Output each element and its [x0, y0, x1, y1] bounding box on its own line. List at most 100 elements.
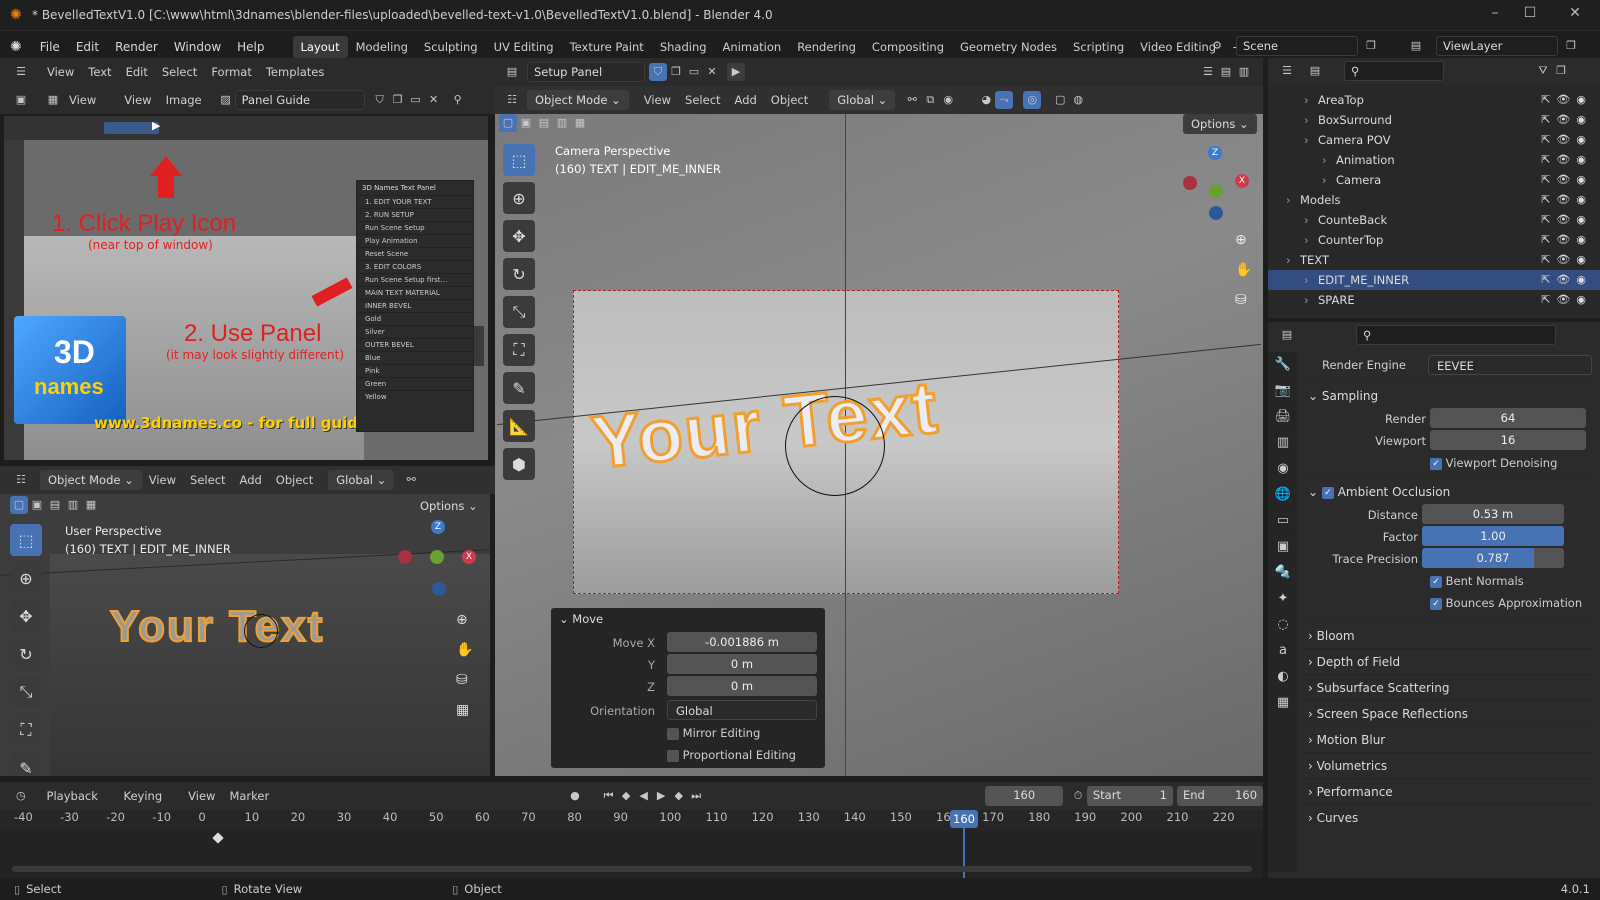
tab-scripting[interactable]: Scripting	[1065, 36, 1132, 58]
small-mode-dropdown[interactable]: Object Mode ⌄	[40, 470, 142, 490]
zoom-icon[interactable]: ⊕	[1235, 232, 1247, 248]
properties-search-input[interactable]: ⚲	[1356, 325, 1556, 345]
camera-view-icon[interactable]: ⛁	[456, 672, 468, 688]
image-menu-view2[interactable]: View	[117, 89, 158, 111]
timeline-menu-marker[interactable]: Marker	[222, 785, 276, 807]
view-layer-field[interactable]: ViewLayer	[1436, 36, 1558, 56]
unlink-icon[interactable]: ✕	[425, 91, 443, 109]
unlink-icon[interactable]: ✕	[703, 63, 721, 81]
collection-tab-icon[interactable]: ▭	[1268, 508, 1298, 534]
particles-tab-icon[interactable]: ✦	[1268, 586, 1298, 612]
world-tab-icon[interactable]: 🌐	[1268, 482, 1298, 508]
expand-arrow-icon[interactable]: ›	[1304, 110, 1309, 130]
select-subtract-icon[interactable]: ▤	[535, 114, 553, 132]
select-extend-icon[interactable]: ▣	[517, 114, 535, 132]
axis-z-icon[interactable]: Z	[431, 520, 445, 534]
data-tab-icon[interactable]: a	[1268, 638, 1298, 664]
play-reverse-icon[interactable]: ◀	[635, 787, 653, 805]
snap-icon[interactable]: ⧉	[921, 91, 939, 109]
text-menu-text[interactable]: Text	[81, 61, 118, 83]
new-collection-icon[interactable]: ❐	[1552, 62, 1570, 80]
measure-tool-icon[interactable]: 📐	[503, 410, 535, 442]
small-menu-view[interactable]: View	[142, 469, 183, 491]
menu-help[interactable]: Help	[229, 36, 272, 58]
prev-key-icon[interactable]: ◆	[617, 787, 635, 805]
small-viewport[interactable]: ▢ ▣ ▤ ▥ ▦ Options ⌄ User Perspective (16…	[0, 494, 490, 776]
visibility-toggles-icon[interactable]: ⇱👁◉	[1541, 210, 1592, 230]
minimize-icon[interactable]: –	[1480, 5, 1510, 25]
render-engine-dropdown[interactable]: EEVEE	[1428, 355, 1592, 375]
blender-menu-icon[interactable]: ✺	[10, 39, 22, 55]
select-new-icon[interactable]: ▢	[10, 496, 28, 514]
scene-tab-icon[interactable]: ◉	[1268, 456, 1298, 482]
move-orientation-dropdown[interactable]: Global	[667, 700, 817, 720]
pivot-icon[interactable]: ⚯	[903, 91, 921, 109]
mirror-editing-checkbox[interactable]	[667, 727, 679, 740]
move-panel-header[interactable]: ⌄ Move	[551, 608, 825, 630]
tab-uv-editing[interactable]: UV Editing	[486, 36, 562, 58]
keyframe-marker[interactable]	[212, 832, 224, 844]
open-folder-icon[interactable]: ▭	[407, 91, 425, 109]
viewport-denoising-checkbox[interactable]: ✓	[1430, 457, 1442, 470]
close-icon[interactable]: ✕	[1560, 5, 1590, 25]
expand-arrow-icon[interactable]: ›	[1286, 250, 1291, 270]
render-tab-icon[interactable]: 📷	[1268, 378, 1298, 404]
open-folder-icon[interactable]: ▭	[685, 63, 703, 81]
main-menu-add[interactable]: Add	[728, 89, 764, 111]
view-mode-icon[interactable]: ▦	[44, 91, 62, 109]
outliner-item[interactable]: › Camera POV ⇱👁◉	[1268, 130, 1600, 150]
visibility-toggles-icon[interactable]: ⇱👁◉	[1541, 290, 1592, 310]
editor-type-icon[interactable]: ▤	[1278, 326, 1296, 344]
duplicate-icon[interactable]: ❐	[667, 63, 685, 81]
image-name-field[interactable]: Panel Guide	[234, 90, 365, 110]
outliner-item[interactable]: › SPARE ⇱👁◉	[1268, 290, 1600, 310]
select-invert-icon[interactable]: ▥	[64, 496, 82, 514]
visibility-toggles-icon[interactable]: ⇱👁◉	[1541, 110, 1592, 130]
main-menu-object[interactable]: Object	[764, 89, 815, 111]
shield-icon[interactable]: ⛉	[649, 63, 667, 81]
move-z-field[interactable]: 0 m	[667, 676, 817, 696]
expand-arrow-icon[interactable]: ›	[1304, 230, 1309, 250]
select-box-tool-icon[interactable]: ⬚	[10, 524, 42, 556]
outliner-item[interactable]: › CounterTop ⇱👁◉	[1268, 230, 1600, 250]
cursor-tool-icon[interactable]: ⊕	[503, 182, 535, 214]
output-tab-icon[interactable]: 🖨	[1268, 404, 1298, 430]
stopwatch-icon[interactable]: ⏱	[1069, 787, 1087, 805]
visibility-toggles-icon[interactable]: ⇱👁◉	[1541, 230, 1592, 250]
visibility-toggles-icon[interactable]: ⇱👁◉	[1541, 90, 1592, 110]
image-menu-view[interactable]: View	[62, 89, 103, 111]
pin-icon[interactable]: ⚲	[449, 91, 467, 109]
expand-arrow-icon[interactable]: ›	[1286, 190, 1291, 210]
text-menu-view[interactable]: View	[40, 61, 81, 83]
expand-arrow-icon[interactable]: ›	[1304, 130, 1309, 150]
current-frame-field[interactable]: 160	[985, 786, 1064, 806]
text-menu-select[interactable]: Select	[155, 61, 204, 83]
play-icon[interactable]: ▶	[652, 787, 670, 805]
menu-render[interactable]: Render	[107, 36, 166, 58]
maximize-icon[interactable]: ☐	[1515, 5, 1545, 25]
editor-type-icon[interactable]: ☰	[1278, 62, 1296, 80]
visibility-toggles-icon[interactable]: ⇱👁◉	[1541, 130, 1592, 150]
axis-y-icon[interactable]	[1209, 184, 1223, 198]
outliner-item[interactable]: › CounteBack ⇱👁◉	[1268, 210, 1600, 230]
editor-type-icon[interactable]: ☷	[503, 91, 521, 109]
add-cube-tool-icon[interactable]: ⬢	[503, 448, 535, 480]
rotate-tool-icon[interactable]: ↻	[10, 638, 42, 670]
timeline-area[interactable]: -40 -30 -20 -10 0 10 20 30 40 50 60 70 80 90 100 110 120…	[0, 810, 1263, 878]
expand-arrow-icon[interactable]: ›	[1304, 290, 1309, 310]
move-tool-icon[interactable]: ✥	[503, 220, 535, 252]
main-mode-dropdown[interactable]: Object Mode ⌄	[527, 90, 629, 110]
ao-trace-precision-slider[interactable]: 0.787	[1422, 548, 1564, 568]
small-menu-add[interactable]: Add	[233, 469, 269, 491]
select-invert-icon[interactable]: ▥	[553, 114, 571, 132]
transform-tool-icon[interactable]: ⛶	[503, 334, 535, 366]
visibility-toggles-icon[interactable]: ⇱👁◉	[1541, 190, 1592, 210]
timeline-ruler[interactable]: -40 -30 -20 -10 0 10 20 30 40 50 60 70 80 90 100 110 120…	[0, 810, 1263, 830]
section-header[interactable]: › Depth of Field	[1302, 648, 1596, 674]
tab-rendering[interactable]: Rendering	[789, 36, 864, 58]
scene-icon[interactable]: ⚙	[1208, 37, 1226, 55]
snap-icon[interactable]: ⚯	[402, 471, 420, 489]
outliner-item[interactable]: › AreaTop ⇱👁◉	[1268, 90, 1600, 110]
run-script-play-icon[interactable]: ▶	[727, 63, 745, 81]
section-header[interactable]: › Performance	[1302, 778, 1596, 804]
